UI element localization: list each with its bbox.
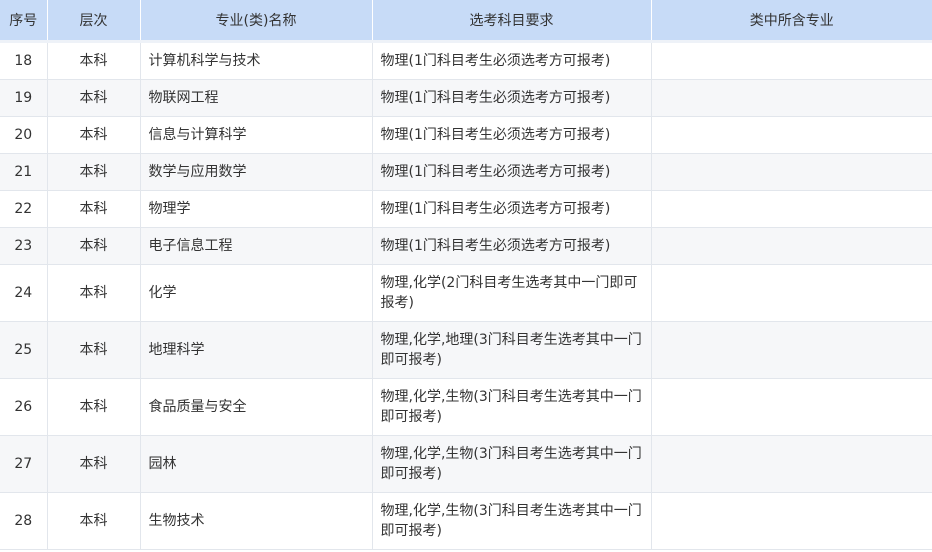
cell-included-majors xyxy=(651,227,932,265)
table-row: 21 本科 数学与应用数学 物理(1门科目考生必须选考方可报考) xyxy=(0,153,932,191)
table-row: 19 本科 物联网工程 物理(1门科目考生必须选考方可报考) xyxy=(0,79,932,117)
cell-seq: 23 xyxy=(0,227,48,265)
cell-level: 本科 xyxy=(47,116,141,154)
cell-level: 本科 xyxy=(47,378,141,436)
cell-level: 本科 xyxy=(47,321,141,379)
header-major-name: 专业(类)名称 xyxy=(140,0,373,43)
cell-seq: 19 xyxy=(0,79,48,117)
cell-subject-requirement: 物理,化学(2门科目考生选考其中一门即可报考) xyxy=(372,264,652,322)
cell-included-majors xyxy=(651,435,932,493)
table-row: 18 本科 计算机科学与技术 物理(1门科目考生必须选考方可报考) xyxy=(0,41,932,80)
cell-included-majors xyxy=(651,79,932,117)
cell-major-name: 电子信息工程 xyxy=(140,227,373,265)
cell-subject-requirement: 物理(1门科目考生必须选考方可报考) xyxy=(372,79,652,117)
cell-level: 本科 xyxy=(47,79,141,117)
cell-included-majors xyxy=(651,492,932,550)
cell-included-majors xyxy=(651,190,932,228)
cell-subject-requirement: 物理(1门科目考生必须选考方可报考) xyxy=(372,190,652,228)
cell-major-name: 化学 xyxy=(140,264,373,322)
cell-subject-requirement: 物理,化学,生物(3门科目考生选考其中一门即可报考) xyxy=(372,378,652,436)
table-body: 18 本科 计算机科学与技术 物理(1门科目考生必须选考方可报考) 19 本科 … xyxy=(0,41,932,550)
header-row: 序号 层次 专业(类)名称 选考科目要求 类中所含专业 xyxy=(0,0,932,43)
cell-seq: 24 xyxy=(0,264,48,322)
cell-major-name: 食品质量与安全 xyxy=(140,378,373,436)
cell-major-name: 数学与应用数学 xyxy=(140,153,373,191)
cell-major-name: 信息与计算科学 xyxy=(140,116,373,154)
cell-subject-requirement: 物理,化学,地理(3门科目考生选考其中一门即可报考) xyxy=(372,321,652,379)
cell-major-name: 计算机科学与技术 xyxy=(140,41,373,80)
cell-level: 本科 xyxy=(47,41,141,80)
cell-seq: 28 xyxy=(0,492,48,550)
cell-major-name: 物理学 xyxy=(140,190,373,228)
table-row: 20 本科 信息与计算科学 物理(1门科目考生必须选考方可报考) xyxy=(0,116,932,154)
cell-major-name: 生物技术 xyxy=(140,492,373,550)
header-subject-requirement: 选考科目要求 xyxy=(372,0,652,43)
table-row: 26 本科 食品质量与安全 物理,化学,生物(3门科目考生选考其中一门即可报考) xyxy=(0,378,932,436)
cell-included-majors xyxy=(651,41,932,80)
cell-subject-requirement: 物理,化学,生物(3门科目考生选考其中一门即可报考) xyxy=(372,435,652,493)
cell-seq: 26 xyxy=(0,378,48,436)
cell-seq: 20 xyxy=(0,116,48,154)
header-included-majors: 类中所含专业 xyxy=(651,0,932,43)
cell-level: 本科 xyxy=(47,492,141,550)
cell-level: 本科 xyxy=(47,264,141,322)
cell-included-majors xyxy=(651,321,932,379)
table-row: 28 本科 生物技术 物理,化学,生物(3门科目考生选考其中一门即可报考) xyxy=(0,492,932,550)
cell-included-majors xyxy=(651,153,932,191)
cell-level: 本科 xyxy=(47,227,141,265)
cell-seq: 27 xyxy=(0,435,48,493)
header-level: 层次 xyxy=(47,0,141,43)
table-row: 25 本科 地理科学 物理,化学,地理(3门科目考生选考其中一门即可报考) xyxy=(0,321,932,379)
cell-included-majors xyxy=(651,116,932,154)
cell-included-majors xyxy=(651,264,932,322)
cell-subject-requirement: 物理(1门科目考生必须选考方可报考) xyxy=(372,227,652,265)
table-row: 22 本科 物理学 物理(1门科目考生必须选考方可报考) xyxy=(0,190,932,228)
cell-major-name: 地理科学 xyxy=(140,321,373,379)
cell-level: 本科 xyxy=(47,190,141,228)
cell-seq: 18 xyxy=(0,41,48,80)
cell-subject-requirement: 物理,化学,生物(3门科目考生选考其中一门即可报考) xyxy=(372,492,652,550)
cell-seq: 21 xyxy=(0,153,48,191)
cell-seq: 22 xyxy=(0,190,48,228)
table-header: 序号 层次 专业(类)名称 选考科目要求 类中所含专业 xyxy=(0,0,932,43)
cell-subject-requirement: 物理(1门科目考生必须选考方可报考) xyxy=(372,116,652,154)
cell-major-name: 物联网工程 xyxy=(140,79,373,117)
cell-subject-requirement: 物理(1门科目考生必须选考方可报考) xyxy=(372,41,652,80)
major-requirements-table: 序号 层次 专业(类)名称 选考科目要求 类中所含专业 18 本科 计算机科学与… xyxy=(0,0,932,550)
cell-level: 本科 xyxy=(47,435,141,493)
header-seq: 序号 xyxy=(0,0,48,43)
cell-seq: 25 xyxy=(0,321,48,379)
table-row: 24 本科 化学 物理,化学(2门科目考生选考其中一门即可报考) xyxy=(0,264,932,322)
cell-level: 本科 xyxy=(47,153,141,191)
cell-subject-requirement: 物理(1门科目考生必须选考方可报考) xyxy=(372,153,652,191)
cell-included-majors xyxy=(651,378,932,436)
cell-major-name: 园林 xyxy=(140,435,373,493)
table-row: 23 本科 电子信息工程 物理(1门科目考生必须选考方可报考) xyxy=(0,227,932,265)
table-row: 27 本科 园林 物理,化学,生物(3门科目考生选考其中一门即可报考) xyxy=(0,435,932,493)
